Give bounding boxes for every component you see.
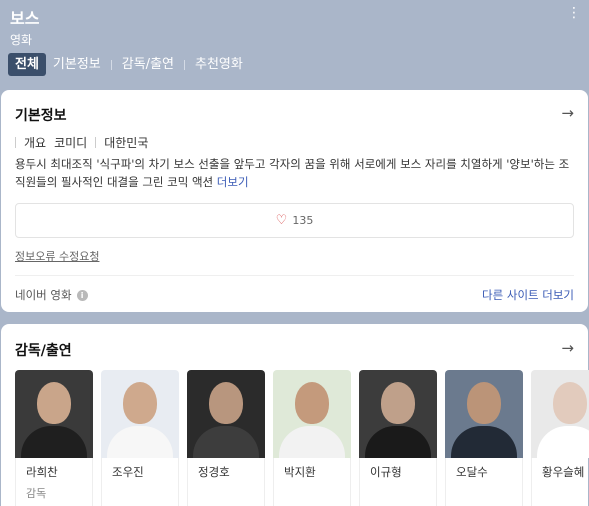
person-photo-head	[467, 382, 501, 424]
tab-cast[interactable]: 감독/출연	[115, 53, 181, 76]
meta-genre: 코미디	[54, 136, 88, 150]
page-subtitle: 영화	[10, 33, 33, 47]
header: 보스 영화 ⋮ 전체 기본정보 감독/출연 추천영화	[0, 0, 589, 86]
tab-divider	[184, 59, 185, 70]
person-info: 박지환	[273, 458, 351, 506]
person-name: 라희찬	[26, 465, 58, 479]
cast-member[interactable]: 이규형	[359, 370, 437, 506]
person-photo	[531, 370, 589, 458]
person-info: 오달수	[445, 458, 523, 506]
person-name: 박지환	[284, 465, 316, 479]
person-photo-head	[381, 382, 415, 424]
heart-icon: ♡	[275, 213, 288, 228]
person-photo	[273, 370, 351, 458]
meta-country: 대한민국	[104, 136, 149, 150]
cast-card: 감독/출연 → 라희찬감독 조우진 정경호 박지환 이규형 오달수 황우슬혜	[1, 324, 589, 506]
person-photo-body	[279, 426, 345, 458]
cast-member[interactable]: 정경호	[187, 370, 265, 506]
meta-category: 개요	[24, 136, 47, 150]
info-icon[interactable]: i	[76, 289, 88, 301]
meta-divider	[95, 137, 97, 148]
person-photo-head	[553, 382, 587, 424]
tab-bar: 전체 기본정보 감독/출연 추천영화	[8, 53, 250, 76]
person-photo-head	[209, 382, 243, 424]
person-photo-body	[537, 426, 589, 458]
person-name: 이규형	[370, 465, 402, 479]
person-photo-head	[37, 382, 71, 424]
person-photo-body	[21, 426, 87, 458]
person-name: 황우슬혜	[542, 465, 585, 479]
tab-divider	[110, 59, 112, 70]
person-photo-body	[107, 426, 173, 458]
person-photo	[445, 370, 523, 458]
meta-divider	[15, 137, 16, 148]
person-photo-head	[295, 382, 329, 424]
cast-list: 라희찬감독 조우진 정경호 박지환 이규형 오달수 황우슬혜	[15, 370, 589, 506]
cast-member[interactable]: 조우진	[101, 370, 179, 506]
source-name: 네이버 영화	[15, 288, 72, 302]
person-info: 라희찬감독	[15, 458, 93, 506]
tab-recommended[interactable]: 추천영화	[188, 53, 250, 76]
cast-title: 감독/출연	[15, 343, 72, 359]
person-name: 조우진	[112, 465, 144, 479]
basic-info-card: 기본정보 → 개요 코미디 대한민국 용두시 최대조직 '식구파'의 차기 보스…	[1, 90, 588, 312]
person-name: 정경호	[198, 465, 230, 479]
arrow-right-icon[interactable]: →	[561, 104, 574, 122]
person-info: 이규형	[359, 458, 437, 506]
tab-all[interactable]: 전체	[8, 53, 46, 76]
source-label: 네이버 영화 i	[15, 287, 88, 303]
cast-member[interactable]: 라희찬감독	[15, 370, 93, 506]
divider	[15, 275, 574, 276]
cast-member[interactable]: 황우슬혜	[531, 370, 589, 506]
person-info: 정경호	[187, 458, 265, 506]
basic-info-title: 기본정보	[15, 108, 67, 124]
person-photo	[101, 370, 179, 458]
synopsis-more-link[interactable]: 더보기	[217, 175, 249, 189]
report-error-link[interactable]: 정보오류 수정요청	[15, 248, 99, 264]
person-photo	[187, 370, 265, 458]
page-title: 보스	[10, 9, 40, 28]
cast-member[interactable]: 박지환	[273, 370, 351, 506]
person-photo	[15, 370, 93, 458]
other-sites-link[interactable]: 다른 사이트 더보기	[482, 287, 574, 303]
person-info: 황우슬혜	[531, 458, 589, 506]
synopsis: 용두시 최대조직 '식구파'의 차기 보스 선출을 앞두고 각자의 꿈을 위해 …	[15, 155, 571, 191]
person-role: 감독	[26, 487, 47, 500]
movie-meta: 개요 코미디 대한민국	[15, 134, 148, 151]
person-photo-body	[193, 426, 259, 458]
more-options-icon[interactable]: ⋮	[567, 6, 581, 20]
like-button[interactable]: ♡ 135	[15, 203, 574, 238]
tab-basic-info[interactable]: 기본정보	[46, 53, 108, 76]
person-photo-body	[365, 426, 431, 458]
person-photo-head	[123, 382, 157, 424]
person-name: 오달수	[456, 465, 488, 479]
synopsis-text: 용두시 최대조직 '식구파'의 차기 보스 선출을 앞두고 각자의 꿈을 위해 …	[15, 157, 570, 189]
like-count: 135	[292, 214, 314, 227]
person-info: 조우진	[101, 458, 179, 506]
cast-member[interactable]: 오달수	[445, 370, 523, 506]
arrow-right-icon[interactable]: →	[561, 339, 574, 357]
person-photo-body	[451, 426, 517, 458]
person-photo	[359, 370, 437, 458]
